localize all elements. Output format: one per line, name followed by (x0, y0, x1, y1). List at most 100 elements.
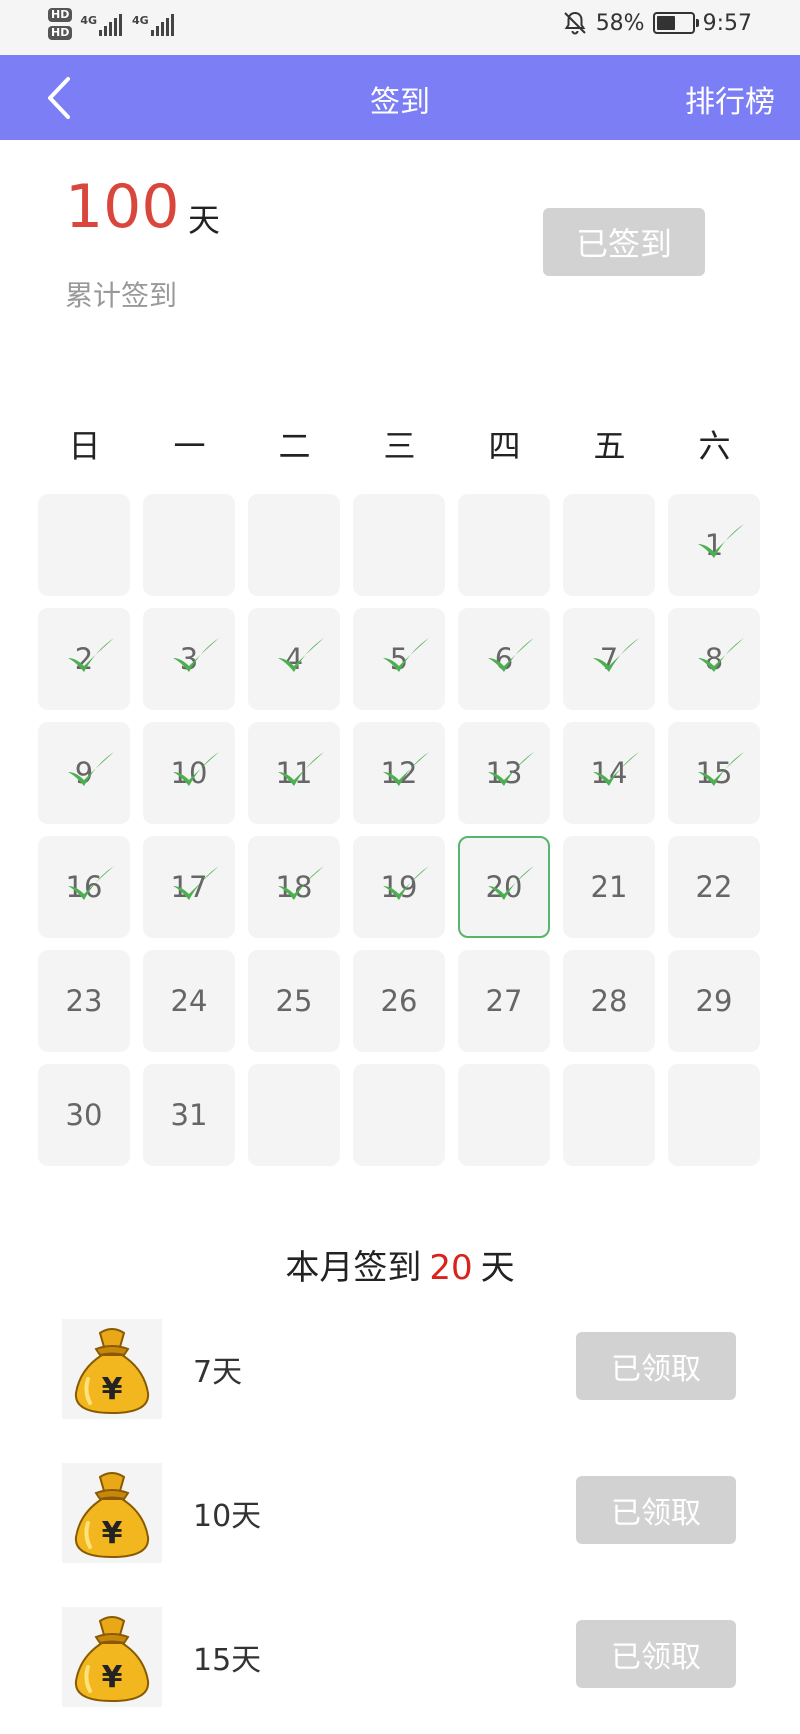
weekday-label: 日 (68, 427, 101, 465)
calendar-day[interactable]: 26 (353, 950, 445, 1052)
calendar-day-number: 28 (590, 984, 628, 1018)
calendar-day-number: 1 (704, 528, 724, 562)
battery-percent: 58% (595, 10, 645, 36)
calendar-day-number: 8 (704, 642, 724, 676)
calendar-day-number: 19 (380, 870, 418, 904)
calendar-day-number: 10 (170, 756, 208, 790)
battery-icon (652, 12, 699, 34)
calendar-day[interactable]: 15 (668, 722, 760, 824)
calendar-empty-cell (458, 1064, 550, 1166)
calendar-grid: 1 2 3 4 5 6 7 8 9 10 11 12 13 14 15 16 17 18 19 20 21 22 23 24 2… (38, 494, 760, 1166)
calendar-day-number: 17 (170, 870, 208, 904)
calendar-day[interactable]: 23 (38, 950, 130, 1052)
calendar-day-number: 13 (485, 756, 523, 790)
calendar-day-number: 3 (179, 642, 199, 676)
month-suffix: 天 (480, 1248, 515, 1288)
leaderboard-link[interactable]: 排行榜 (685, 77, 775, 121)
reward-row: ¥ 7天 已领取 (0, 1319, 800, 1419)
calendar-day[interactable]: 22 (668, 836, 760, 938)
calendar-day[interactable]: 24 (143, 950, 235, 1052)
calendar-day[interactable]: 18 (248, 836, 340, 938)
calendar-day-number: 20 (485, 870, 523, 904)
calendar-day-today[interactable]: 20 (458, 836, 550, 938)
reward-days-label: 15天 (193, 1643, 262, 1678)
calendar-day[interactable]: 8 (668, 608, 760, 710)
calendar-empty-cell (458, 494, 550, 596)
calendar-day-number: 16 (65, 870, 103, 904)
calendar-day[interactable]: 30 (38, 1064, 130, 1166)
page-title: 签到 (370, 85, 430, 120)
calendar-day-number: 12 (380, 756, 418, 790)
weekday-label: 四 (488, 427, 521, 465)
battery-fill (656, 16, 675, 30)
claimed-button[interactable]: 已领取 (576, 1620, 736, 1688)
calendar-empty-cell (248, 494, 340, 596)
calendar-empty-cell (563, 1064, 655, 1166)
calendar-day[interactable]: 28 (563, 950, 655, 1052)
money-bag-icon: ¥ (62, 1607, 162, 1707)
calendar-day[interactable]: 17 (143, 836, 235, 938)
calendar-day[interactable]: 25 (248, 950, 340, 1052)
calendar-day[interactable]: 7 (563, 608, 655, 710)
weekday-header: 日一二三四五六 (32, 420, 768, 472)
calendar-day-number: 23 (65, 984, 103, 1018)
reward-days-label: 10天 (193, 1499, 262, 1534)
month-prefix: 本月签到 (285, 1248, 422, 1288)
calendar-day[interactable]: 5 (353, 608, 445, 710)
reward-days-label: 7天 (193, 1355, 243, 1390)
weekday-label: 一 (173, 427, 206, 465)
calendar-day-number: 15 (695, 756, 733, 790)
calendar-day[interactable]: 11 (248, 722, 340, 824)
calendar-day[interactable]: 13 (458, 722, 550, 824)
calendar-day[interactable]: 10 (143, 722, 235, 824)
money-bag-icon: ¥ (62, 1319, 162, 1419)
weekday-label: 五 (593, 427, 626, 465)
hd-badge-2: HD (48, 26, 73, 40)
calendar-day-number: 30 (65, 1098, 103, 1132)
calendar-day-number: 5 (389, 642, 409, 676)
calendar-day-number: 31 (170, 1098, 208, 1132)
calendar-day[interactable]: 16 (38, 836, 130, 938)
claimed-button[interactable]: 已领取 (576, 1476, 736, 1544)
status-right: 58% 9:57 (562, 10, 752, 36)
calendar-day[interactable]: 14 (563, 722, 655, 824)
calendar-empty-cell (668, 1064, 760, 1166)
mute-bell-icon (563, 11, 586, 35)
status-bar: HD HD 4G 4G 58% 9:57 (0, 0, 800, 55)
calendar-day[interactable]: 6 (458, 608, 550, 710)
month-checkin-summary: 本月签到 20 天 (0, 1240, 800, 1289)
calendar-empty-cell (353, 1064, 445, 1166)
calendar-day[interactable]: 29 (668, 950, 760, 1052)
calendar-day[interactable]: 31 (143, 1064, 235, 1166)
calendar-day[interactable]: 27 (458, 950, 550, 1052)
weekday-label: 二 (278, 427, 311, 465)
calendar-day[interactable]: 19 (353, 836, 445, 938)
total-days-count: 100 (65, 172, 180, 242)
calendar-day-number: 11 (275, 756, 313, 790)
claimed-button[interactable]: 已领取 (576, 1332, 736, 1400)
calendar-day[interactable]: 2 (38, 608, 130, 710)
calendar-day[interactable]: 9 (38, 722, 130, 824)
calendar-day[interactable]: 3 (143, 608, 235, 710)
calendar-day-number: 22 (695, 870, 733, 904)
weekday-label: 三 (383, 427, 416, 465)
calendar-day-number: 2 (74, 642, 94, 676)
calendar-day-number: 26 (380, 984, 418, 1018)
month-count: 20 (429, 1248, 473, 1288)
calendar-day[interactable]: 21 (563, 836, 655, 938)
status-left: HD HD 4G 4G (48, 8, 184, 40)
checked-in-button[interactable]: 已签到 (543, 208, 705, 276)
calendar-day-number: 6 (494, 642, 514, 676)
calendar-day-number: 21 (590, 870, 628, 904)
calendar-day[interactable]: 1 (668, 494, 760, 596)
calendar-day[interactable]: 4 (248, 608, 340, 710)
calendar-day-number: 9 (74, 756, 94, 790)
calendar-day-number: 25 (275, 984, 313, 1018)
weekday-label: 六 (698, 427, 731, 465)
reward-row: ¥ 15天 已领取 (0, 1607, 800, 1707)
calendar-day[interactable]: 12 (353, 722, 445, 824)
calendar-empty-cell (248, 1064, 340, 1166)
total-days-label: 累计签到 (65, 279, 178, 312)
calendar-day-number: 29 (695, 984, 733, 1018)
signal-bars-2 (150, 14, 174, 36)
